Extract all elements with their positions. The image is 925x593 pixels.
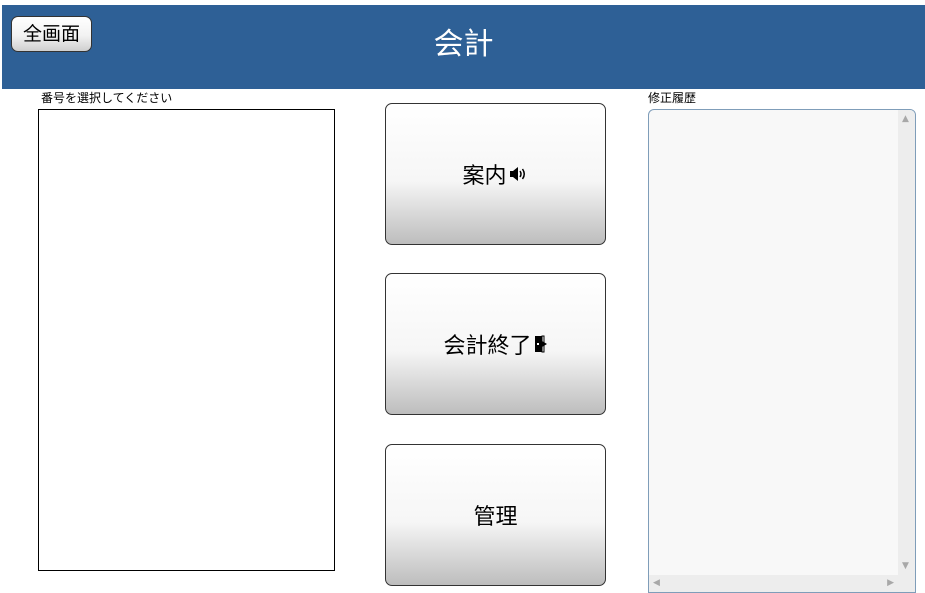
guide-button-label: 案内 [462,164,507,189]
number-select-label: 番号を選択してください [41,91,173,105]
vertical-scrollbar[interactable]: ▲ ▼ [898,110,915,575]
header-bar: 会計 [2,5,925,89]
scroll-down-icon[interactable]: ▼ [902,562,909,571]
manage-button-label: 管理 [473,505,518,530]
horizontal-scrollbar[interactable]: ◀ ▶ [649,575,898,592]
end-checkout-button[interactable]: 会計終了 [385,273,606,415]
history-label: 修正履歴 [648,91,697,105]
end-checkout-button-label: 会計終了 [443,334,532,359]
scroll-up-icon[interactable]: ▲ [902,115,909,124]
manage-button[interactable]: 管理 [385,444,606,586]
history-textarea[interactable]: ▲ ▼ ◀ ▶ [648,109,916,593]
number-select-list[interactable] [38,109,335,571]
fullscreen-button[interactable]: 全画面 [11,16,92,52]
guide-button[interactable]: 案内 [385,103,606,245]
scrollbar-corner [898,575,915,592]
speaker-icon [509,166,529,182]
page-title: 会計 [433,27,494,62]
scroll-right-icon[interactable]: ▶ [887,579,894,588]
exit-icon [534,335,548,353]
scroll-left-icon[interactable]: ◀ [653,579,660,588]
